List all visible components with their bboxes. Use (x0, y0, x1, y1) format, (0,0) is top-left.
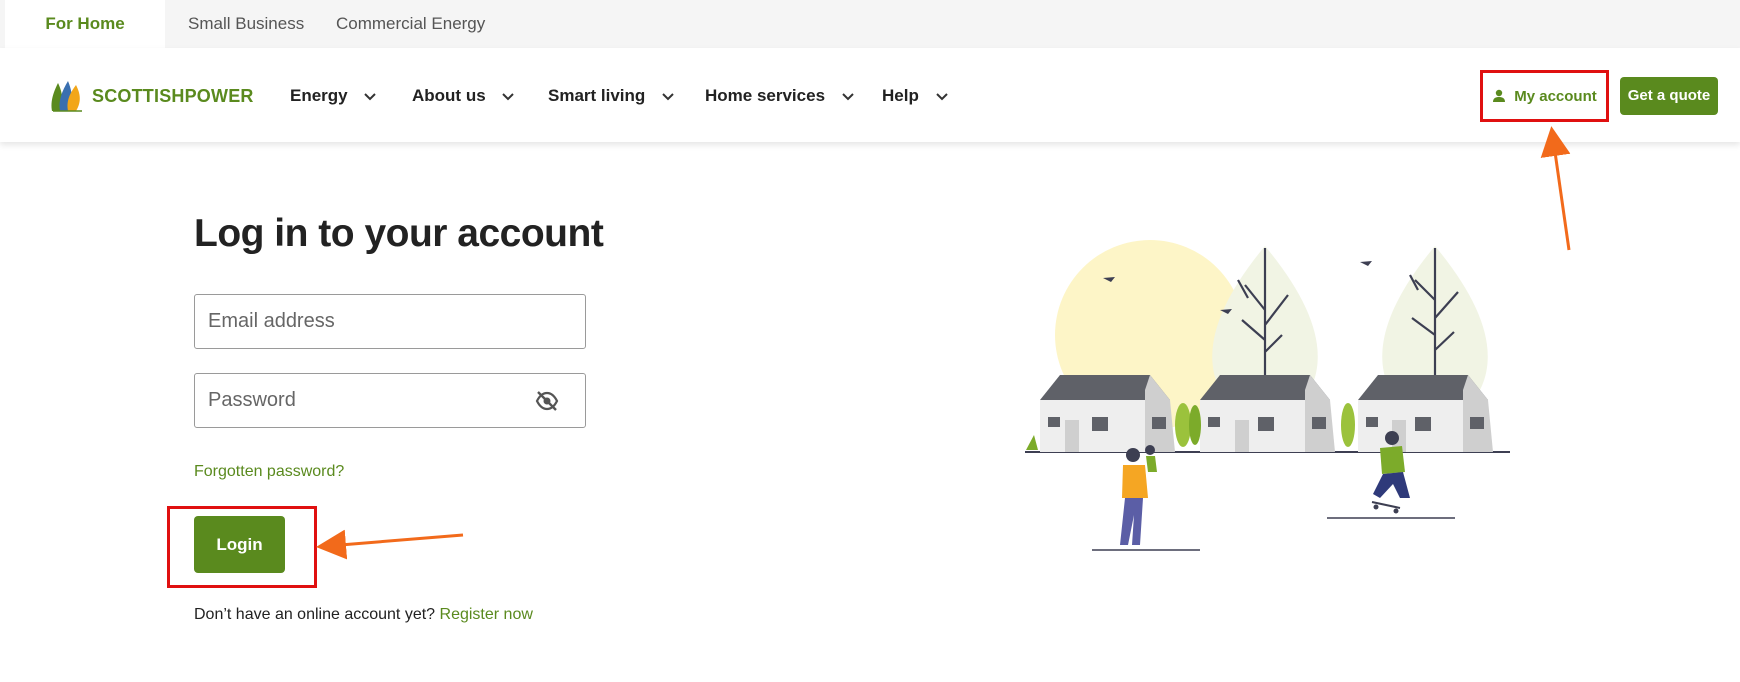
brand-name: SCOTTISHPOWER (92, 85, 254, 106)
segment-commercial-energy[interactable]: Commercial Energy (336, 0, 485, 48)
nav-item-label: About us (412, 86, 486, 105)
house-1 (1040, 375, 1175, 452)
nav-item-label: Help (882, 86, 919, 105)
chevron-down-icon (364, 92, 377, 100)
person-icon (1493, 89, 1506, 102)
register-prompt: Don’t have an online account yet? Regist… (194, 606, 533, 624)
leaf-logo-icon (51, 81, 82, 112)
nav-item-about-us[interactable]: About us (412, 78, 515, 114)
nav-item-energy[interactable]: Energy (290, 78, 377, 114)
password-field[interactable] (194, 373, 586, 428)
segment-small-business[interactable]: Small Business (188, 0, 304, 48)
my-account-button[interactable]: My account (1480, 70, 1609, 122)
brand-logo[interactable]: SCOTTISHPOWER (48, 78, 254, 114)
segment-bar: For Home Small Business Commercial Energ… (0, 0, 1740, 48)
house-2 (1200, 375, 1335, 452)
email-input[interactable] (195, 295, 585, 348)
password-input[interactable] (195, 374, 585, 427)
get-a-quote-button[interactable]: Get a quote (1620, 77, 1718, 115)
houses-illustration (1025, 240, 1510, 551)
arrow-to-my-account (1540, 126, 1571, 251)
chevron-down-icon (935, 92, 948, 100)
nav-item-smart-living[interactable]: Smart living (548, 78, 674, 114)
forgotten-password-link[interactable]: Forgotten password? (194, 463, 344, 481)
email-field[interactable] (194, 294, 586, 349)
chevron-down-icon (502, 92, 515, 100)
register-now-link[interactable]: Register now (440, 606, 533, 623)
nav-item-label: Smart living (548, 86, 646, 105)
house-3 (1358, 375, 1493, 452)
my-account-label: My account (1514, 87, 1597, 105)
arrow-to-login (316, 529, 464, 560)
nav-item-home-services[interactable]: Home services (705, 78, 854, 114)
login-button[interactable]: Login (194, 516, 285, 573)
segment-for-home[interactable]: For Home (5, 0, 165, 48)
parent-figure (1092, 445, 1200, 551)
page-title: Log in to your account (194, 212, 604, 255)
eye-slash-icon[interactable] (535, 390, 559, 412)
no-account-text: Don’t have an online account yet? (194, 606, 436, 623)
nav-item-label: Home services (705, 86, 826, 105)
chevron-down-icon (662, 92, 674, 100)
chevron-down-icon (842, 92, 854, 100)
main-nav: SCOTTISHPOWER Energy About us Smart livi… (0, 48, 1740, 142)
nav-item-help[interactable]: Help (882, 78, 948, 114)
nav-item-label: Energy (290, 86, 348, 105)
